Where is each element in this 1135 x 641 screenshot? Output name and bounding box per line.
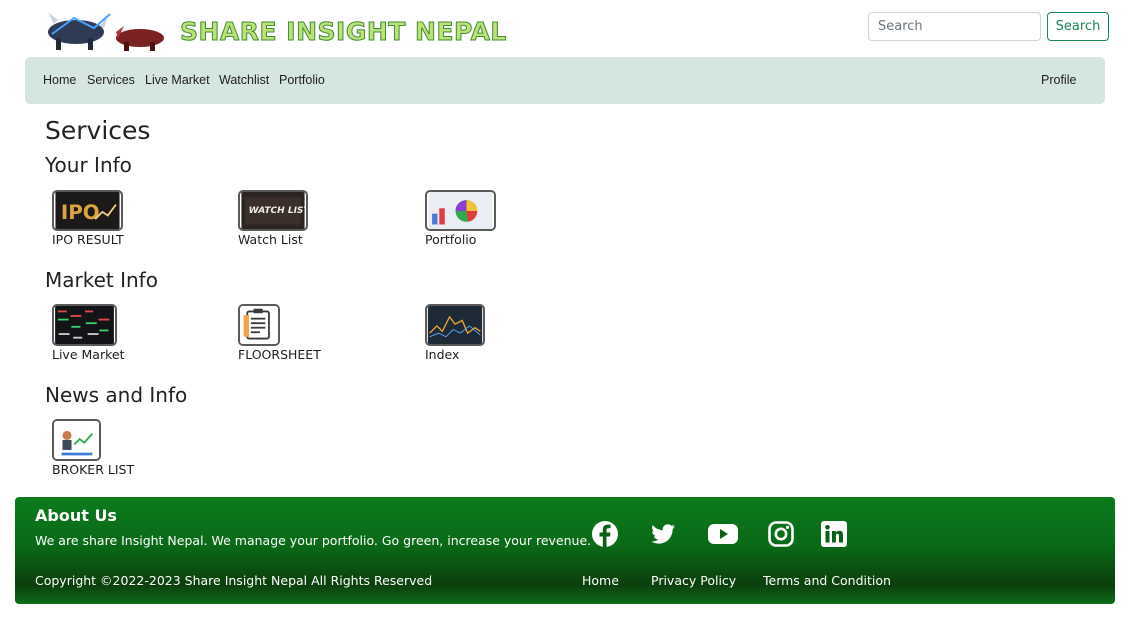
tile-index[interactable]: Index — [425, 304, 485, 362]
clipboard-icon[interactable] — [238, 304, 280, 346]
search-input[interactable] — [868, 12, 1041, 41]
watchlist-icon-text: WATCH LIST — [249, 206, 308, 216]
ipo-icon-text: IPO — [61, 201, 100, 224]
footer-link-home[interactable]: Home — [582, 573, 619, 588]
tile-label: Portfolio — [425, 232, 477, 247]
footer-copyright: Copyright ©2022-2023 Share Insight Nepal… — [35, 573, 433, 588]
tile-ipo-result[interactable]: IPO IPO RESULT — [52, 190, 124, 247]
tile-portfolio[interactable]: Portfolio — [425, 190, 496, 247]
bull-bear-logo[interactable] — [44, 4, 169, 52]
footer-link-privacy-policy[interactable]: Privacy Policy — [651, 573, 736, 588]
youtube-icon[interactable] — [707, 520, 739, 548]
tile-label: Index — [425, 347, 460, 362]
tile-watch-list[interactable]: WATCH LIST Watch List — [238, 190, 308, 247]
ipo-icon[interactable]: IPO — [52, 190, 123, 231]
live-market-board-icon[interactable] — [52, 304, 117, 346]
navbar: Home Services Live Market Watchlist Port… — [25, 57, 1105, 104]
footer-about-title: About Us — [35, 506, 117, 525]
nav-live-market[interactable]: Live Market — [145, 73, 210, 87]
tile-label: IPO RESULT — [52, 232, 124, 247]
facebook-icon[interactable] — [591, 520, 619, 548]
search-button[interactable]: Search — [1047, 12, 1109, 41]
section-title-market-info: Market Info — [45, 268, 158, 292]
portfolio-chart-icon[interactable] — [425, 190, 496, 231]
tile-label: Live Market — [52, 347, 125, 362]
broker-icon[interactable] — [52, 419, 101, 461]
nav-home[interactable]: Home — [43, 73, 76, 87]
nav-profile[interactable]: Profile — [1041, 73, 1076, 87]
tile-label: BROKER LIST — [52, 462, 135, 477]
footer: About Us We are share Insight Nepal. We … — [15, 497, 1115, 604]
nav-portfolio[interactable]: Portfolio — [279, 73, 325, 87]
tile-label: Watch List — [238, 232, 303, 247]
tile-label: FLOORSHEET — [238, 347, 321, 362]
linkedin-icon[interactable] — [821, 521, 847, 547]
section-title-news-and-info: News and Info — [45, 383, 188, 407]
page-title: Services — [45, 116, 151, 145]
tile-floorsheet[interactable]: FLOORSHEET — [238, 304, 321, 362]
header: Share Insight Nepal Search — [0, 0, 1135, 57]
nav-services[interactable]: Services — [87, 73, 135, 87]
instagram-icon[interactable] — [767, 520, 795, 548]
footer-about-text: We are share Insight Nepal. We manage yo… — [35, 533, 592, 548]
section-title-your-info: Your Info — [45, 153, 132, 177]
footer-link-terms-and-condition[interactable]: Terms and Condition — [763, 573, 891, 588]
index-line-chart-icon[interactable] — [425, 304, 485, 346]
brand-name[interactable]: Share Insight Nepal — [180, 17, 507, 47]
twitter-icon[interactable] — [649, 520, 677, 548]
watchlist-icon[interactable]: WATCH LIST — [238, 190, 308, 231]
tile-live-market[interactable]: Live Market — [52, 304, 124, 362]
tile-broker-list[interactable]: BROKER LIST — [52, 419, 134, 477]
nav-watchlist[interactable]: Watchlist — [219, 73, 269, 87]
